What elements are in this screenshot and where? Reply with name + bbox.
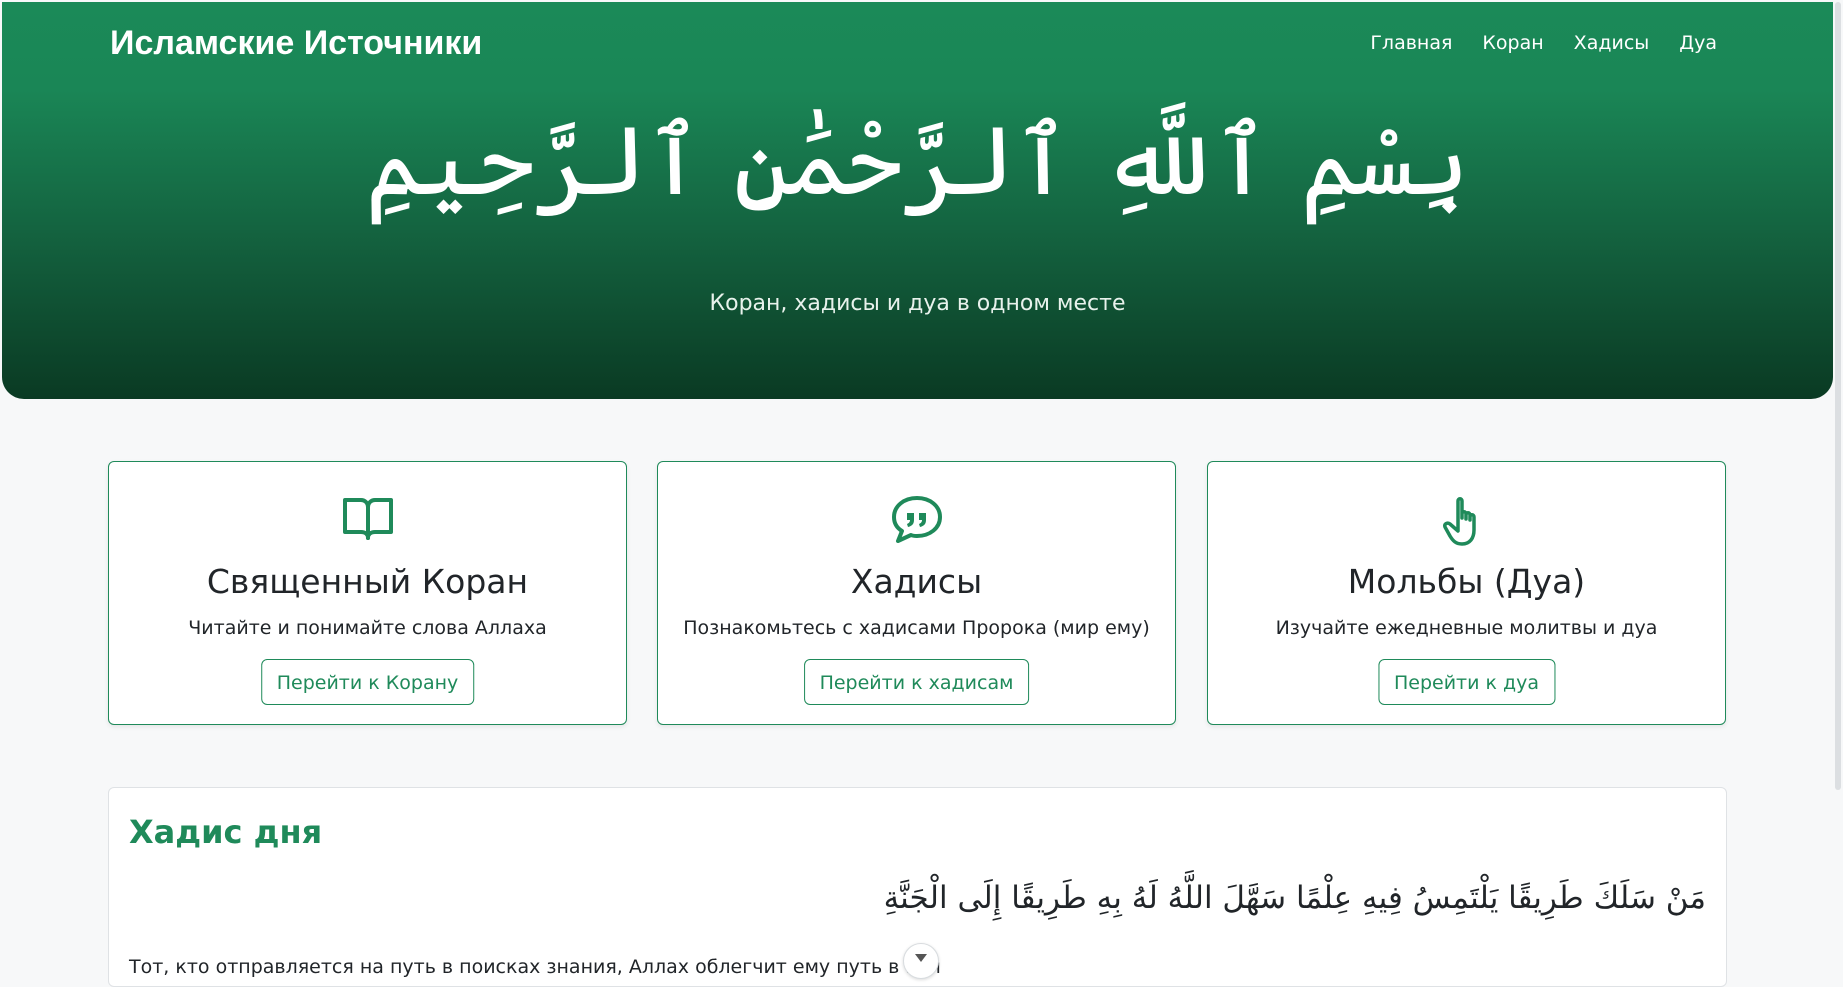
page-scrollbar[interactable]: [1835, 2, 1841, 790]
card-description: Познакомьтесь с хадисами Пророка (мир ем…: [683, 617, 1150, 639]
card-dua: Мольбы (Дуа) Изучайте ежедневные молитвы…: [1207, 461, 1726, 725]
pointing-hand-icon: [1208, 494, 1725, 548]
card-description: Читайте и понимайте слова Аллаха: [188, 617, 547, 639]
hero-tagline: Коран, хадисы и дуа в одном месте: [709, 291, 1126, 316]
hadith-of-day-heading: Хадис дня: [129, 813, 323, 851]
card-title: Священный Коран: [206, 562, 529, 601]
go-to-quran-button[interactable]: Перейти к Корану: [260, 659, 475, 705]
site-brand[interactable]: Исламские Источники: [110, 24, 482, 63]
nav-hadith[interactable]: Хадисы: [1574, 32, 1650, 54]
card-hadith: Хадисы Познакомьтесь с хадисами Пророка …: [657, 461, 1176, 725]
nav-home[interactable]: Главная: [1370, 32, 1452, 54]
card-title: Мольбы (Дуа): [1347, 562, 1586, 601]
card-title: Хадисы: [850, 562, 983, 601]
main-nav: Главная Коран Хадисы Дуа: [1370, 32, 1717, 54]
quote-bubble-icon: [658, 494, 1175, 548]
chevron-down-icon: [915, 954, 927, 962]
nav-quran[interactable]: Коран: [1482, 32, 1543, 54]
hadith-arabic-text: مَنْ سَلَكَ طَرِيقًا يَلْتَمِسُ فِيهِ عِ…: [883, 880, 1706, 916]
hero-banner: Исламские Источники Главная Коран Хадисы…: [2, 2, 1833, 399]
basmala-calligraphy: بِسْمِ ٱللَّهِ ٱلرَّحْمَٰنِ ٱلرَّحِيمِ: [365, 105, 1470, 217]
nav-dua[interactable]: Дуа: [1679, 32, 1717, 54]
card-description: Изучайте ежедневные молитвы и дуа: [1275, 617, 1658, 639]
go-to-hadith-button[interactable]: Перейти к хадисам: [803, 659, 1030, 705]
hadith-translation: Тот, кто отправляется на путь в поисках …: [129, 956, 941, 978]
scroll-down-button[interactable]: [903, 943, 939, 979]
book-open-icon: [109, 494, 626, 548]
card-quran: Священный Коран Читайте и понимайте слов…: [108, 461, 627, 725]
go-to-dua-button[interactable]: Перейти к дуа: [1377, 659, 1556, 705]
